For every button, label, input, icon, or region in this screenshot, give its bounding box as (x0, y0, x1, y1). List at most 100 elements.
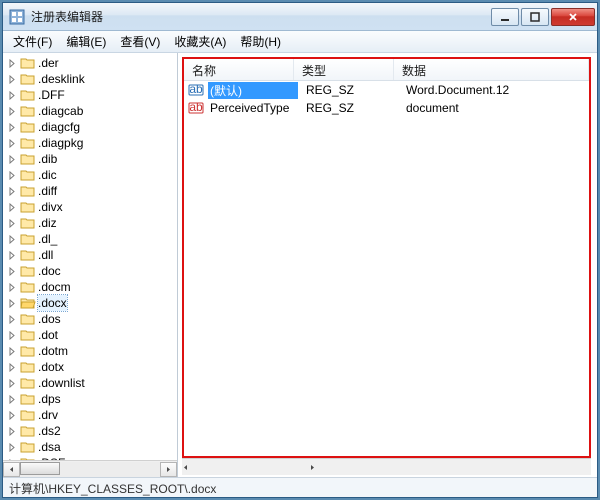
body: .der.desklink.DFF.diagcab.diagcfg.diagpk… (3, 53, 597, 477)
status-path: 计算机\HKEY_CLASSES_ROOT\.docx (9, 482, 216, 496)
col-data[interactable]: 数据 (394, 59, 589, 80)
titlebar[interactable]: 注册表编辑器 (3, 3, 597, 31)
tree-item-label: .diff (38, 183, 57, 199)
value-row[interactable]: ab(默认)REG_SZWord.Document.12 (184, 81, 589, 99)
expand-icon[interactable] (7, 250, 18, 261)
scroll-track[interactable] (20, 462, 160, 477)
tree-item[interactable]: .DFF (7, 87, 177, 103)
minimize-button[interactable] (491, 8, 519, 26)
tree-item[interactable]: .diagpkg (7, 135, 177, 151)
value-type: REG_SZ (298, 101, 398, 115)
tree-item[interactable]: .dib (7, 151, 177, 167)
expand-icon[interactable] (7, 362, 18, 373)
folder-icon (20, 296, 36, 310)
tree-item[interactable]: .dps (7, 391, 177, 407)
expand-icon[interactable] (7, 170, 18, 181)
values-hscrollbar[interactable] (182, 458, 591, 475)
expand-icon[interactable] (7, 154, 18, 165)
close-button[interactable] (551, 8, 595, 26)
tree-item[interactable]: .diagcab (7, 103, 177, 119)
menu-help[interactable]: 帮助(H) (234, 31, 287, 52)
tree-item[interactable]: .drv (7, 407, 177, 423)
scroll-left-button[interactable] (182, 460, 189, 474)
maximize-button[interactable] (521, 8, 549, 26)
tree-item-label: .dib (38, 151, 57, 167)
expand-icon[interactable] (7, 106, 18, 117)
app-icon (9, 9, 25, 25)
tree-item[interactable]: .dos (7, 311, 177, 327)
expand-icon[interactable] (7, 234, 18, 245)
tree-item-label: .divx (38, 199, 63, 215)
folder-icon (20, 312, 36, 326)
tree-item[interactable]: .desklink (7, 71, 177, 87)
tree-pane: .der.desklink.DFF.diagcab.diagcfg.diagpk… (3, 53, 178, 477)
expand-icon[interactable] (7, 282, 18, 293)
expand-icon[interactable] (7, 266, 18, 277)
tree-item-label: .dos (38, 311, 61, 327)
tree-item-label: .DFF (38, 87, 65, 103)
scroll-right-button[interactable] (160, 462, 177, 477)
menu-edit[interactable]: 编辑(E) (60, 31, 112, 52)
tree-item[interactable]: .docm (7, 279, 177, 295)
list-rows[interactable]: ab(默认)REG_SZWord.Document.12abPerceivedT… (184, 81, 589, 456)
col-type[interactable]: 类型 (294, 59, 394, 80)
tree-item[interactable]: .dsa (7, 439, 177, 455)
folder-icon (20, 216, 36, 230)
menu-file[interactable]: 文件(F) (7, 31, 58, 52)
value-row[interactable]: abPerceivedTypeREG_SZdocument (184, 99, 589, 117)
folder-icon (20, 328, 36, 342)
tree-item[interactable]: .dic (7, 167, 177, 183)
registry-tree[interactable]: .der.desklink.DFF.diagcab.diagcfg.diagpk… (3, 53, 177, 460)
tree-item[interactable]: .doc (7, 263, 177, 279)
expand-icon[interactable] (7, 122, 18, 133)
expand-icon[interactable] (7, 58, 18, 69)
expand-icon[interactable] (7, 442, 18, 453)
tree-item[interactable]: .dl_ (7, 231, 177, 247)
folder-icon (20, 408, 36, 422)
col-name[interactable]: 名称 (184, 59, 294, 80)
scroll-thumb[interactable] (20, 462, 60, 475)
tree-item-label: .doc (38, 263, 61, 279)
folder-icon (20, 248, 36, 262)
menu-view[interactable]: 查看(V) (114, 31, 166, 52)
registry-editor-window: 注册表编辑器 文件(F) 编辑(E) 查看(V) 收藏夹(A) 帮助(H) .d… (2, 2, 598, 498)
tree-item[interactable]: .der (7, 55, 177, 71)
tree-item[interactable]: .dotx (7, 359, 177, 375)
expand-icon[interactable] (7, 186, 18, 197)
expand-icon[interactable] (7, 138, 18, 149)
expand-icon[interactable] (7, 346, 18, 357)
tree-item[interactable]: .dll (7, 247, 177, 263)
folder-icon (20, 88, 36, 102)
expand-icon[interactable] (7, 298, 18, 309)
tree-item[interactable]: .divx (7, 199, 177, 215)
expand-icon[interactable] (7, 218, 18, 229)
scroll-left-button[interactable] (3, 462, 20, 477)
expand-icon[interactable] (7, 394, 18, 405)
expand-icon[interactable] (7, 74, 18, 85)
tree-item-label: .dll (38, 247, 53, 263)
expand-icon[interactable] (7, 202, 18, 213)
tree-item-label: .drv (38, 407, 58, 423)
tree-hscrollbar[interactable] (3, 460, 177, 477)
expand-icon[interactable] (7, 410, 18, 421)
value-data: Word.Document.12 (398, 83, 589, 97)
tree-item[interactable]: .dotm (7, 343, 177, 359)
tree-item[interactable]: .diz (7, 215, 177, 231)
tree-item[interactable]: .dot (7, 327, 177, 343)
tree-item[interactable]: .diff (7, 183, 177, 199)
expand-icon[interactable] (7, 314, 18, 325)
tree-item[interactable]: .diagcfg (7, 119, 177, 135)
tree-item[interactable]: .ds2 (7, 423, 177, 439)
tree-item[interactable]: .downlist (7, 375, 177, 391)
scroll-right-button[interactable] (309, 460, 316, 474)
tree-item-label: .dot (38, 327, 58, 343)
expand-icon[interactable] (7, 330, 18, 341)
expand-icon[interactable] (7, 378, 18, 389)
folder-icon (20, 120, 36, 134)
expand-icon[interactable] (7, 90, 18, 101)
menu-favorites[interactable]: 收藏夹(A) (168, 31, 232, 52)
tree-item-label: .diagcab (38, 103, 83, 119)
values-list: 名称 类型 数据 ab(默认)REG_SZWord.Document.12abP… (182, 57, 591, 458)
expand-icon[interactable] (7, 426, 18, 437)
tree-item[interactable]: .docx (7, 295, 177, 311)
